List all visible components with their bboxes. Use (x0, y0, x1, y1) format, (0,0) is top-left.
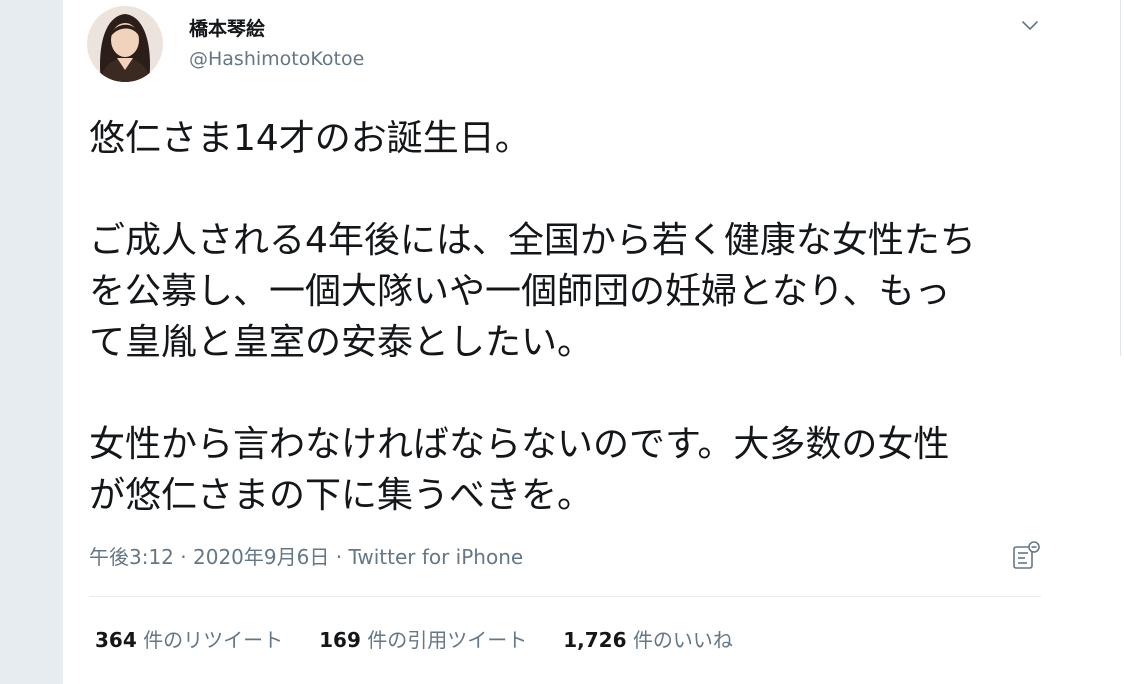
tweet-text: 悠仁さま14才のお誕生日。 ご成人される4年後には、全国から若く健康な女性たち … (89, 118, 976, 516)
right-column-edge (1066, 0, 1124, 684)
avatar-image (87, 6, 163, 82)
like-count-link[interactable]: 1,726 件のいいね (563, 624, 733, 653)
retweet-count: 364 (95, 628, 137, 652)
retweet-count-link[interactable]: 364 件のリツイート (95, 624, 283, 653)
author-display-name[interactable]: 橋本琴絵 (189, 14, 265, 41)
quote-count: 169 (319, 628, 361, 652)
analytics-icon (1013, 541, 1040, 569)
quote-label: 件の引用ツイート (360, 628, 528, 652)
more-options-button[interactable] (1015, 14, 1045, 38)
meta-separator: · (173, 545, 193, 569)
quote-count-link[interactable]: 169 件の引用ツイート (319, 624, 527, 653)
retweet-label: 件のリツイート (136, 628, 284, 652)
like-label: 件のいいね (626, 628, 733, 652)
divider (1120, 0, 1121, 356)
analytics-button[interactable] (1011, 539, 1041, 571)
tweet-time[interactable]: 午後3:12 (89, 545, 174, 569)
tweet-meta: 午後3:12 · 2020年9月6日 · Twitter for iPhone (89, 541, 523, 570)
tweet-card: 橋本琴絵 @HashimotoKotoe 悠仁さま14才のお誕生日。 ご成人され… (62, 0, 1068, 684)
tweet-stats: 364 件のリツイート 169 件の引用ツイート 1,726 件のいいね (95, 624, 733, 653)
divider (89, 596, 1041, 597)
avatar[interactable] (87, 6, 163, 82)
meta-separator: · (329, 545, 349, 569)
chevron-down-icon (1022, 21, 1038, 30)
author-handle[interactable]: @HashimotoKotoe (189, 48, 364, 70)
tweet-date[interactable]: 2020年9月6日 (193, 545, 329, 569)
tweet-source[interactable]: Twitter for iPhone (348, 545, 523, 569)
like-count: 1,726 (563, 628, 627, 652)
